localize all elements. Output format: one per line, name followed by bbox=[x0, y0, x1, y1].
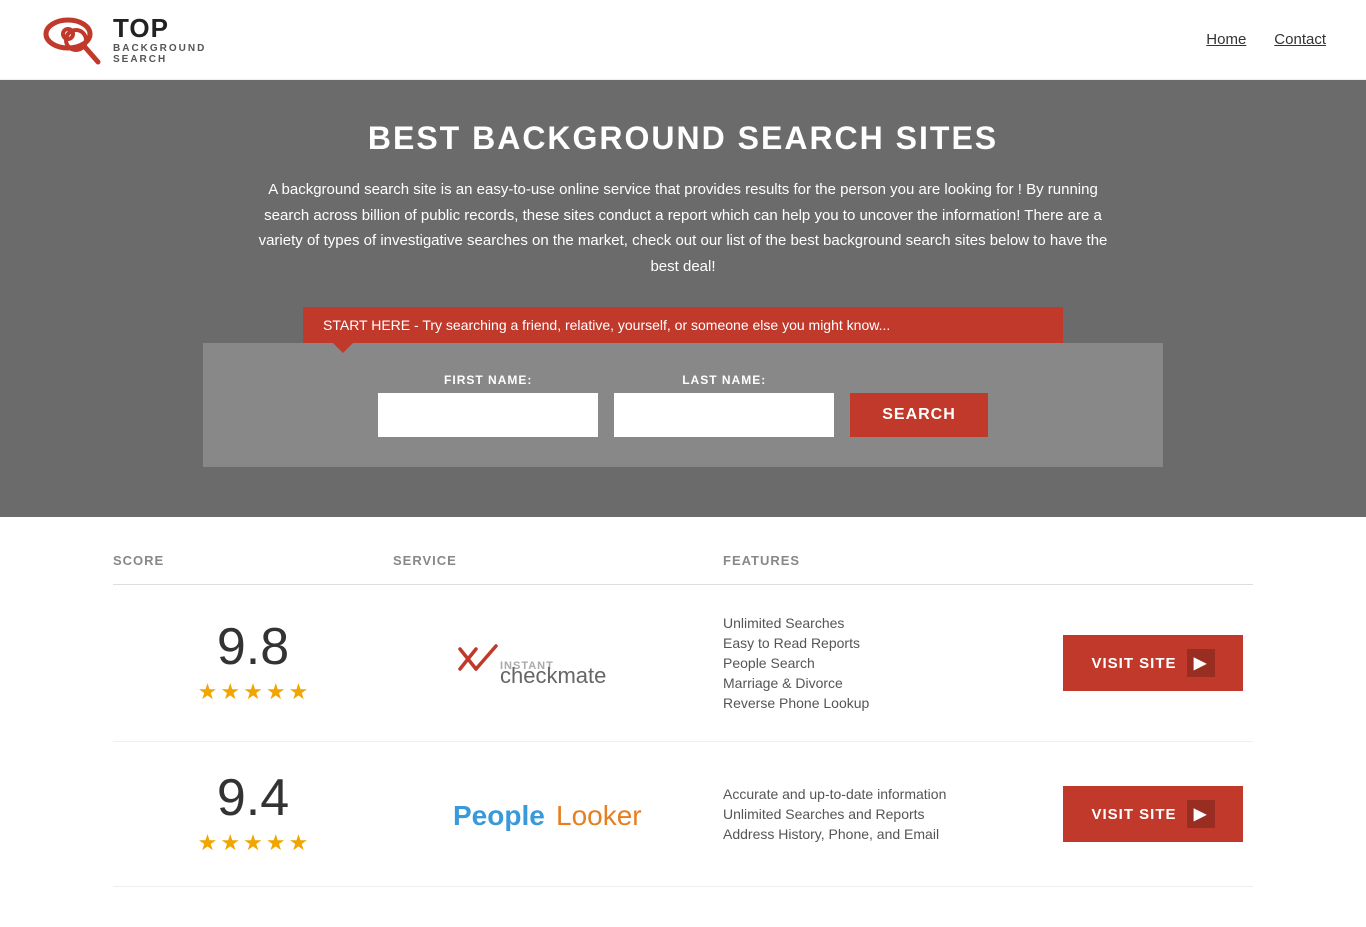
logo-subtitle: BACKGROUNDSEARCH bbox=[113, 43, 206, 65]
hero-section: BEST BACKGROUND SEARCH SITES A backgroun… bbox=[0, 80, 1366, 517]
score-cell-2: 9.4 ★ ★ ★ ★ ★ bbox=[113, 772, 393, 856]
last-name-input[interactable] bbox=[614, 393, 834, 437]
feature-item: Marriage & Divorce bbox=[723, 675, 1053, 691]
stars-2: ★ ★ ★ ★ ★ bbox=[198, 830, 309, 856]
site-header: TOP BACKGROUNDSEARCH Home Contact bbox=[0, 0, 1366, 80]
svg-text:Looker: Looker bbox=[556, 800, 642, 831]
svg-text:checkmate: checkmate bbox=[500, 663, 606, 688]
col-score: SCORE bbox=[113, 553, 393, 568]
visit-cell-2: VISIT SITE ▶ bbox=[1053, 786, 1253, 842]
logo-text: TOP BACKGROUNDSEARCH bbox=[113, 14, 206, 65]
search-button[interactable]: SEARCH bbox=[850, 393, 988, 437]
table-row: 9.8 ★ ★ ★ ★ ★ INSTANT che bbox=[113, 585, 1253, 742]
service-cell-2: People Looker bbox=[393, 784, 723, 844]
logo-icon bbox=[40, 12, 105, 67]
score-value-2: 9.4 bbox=[217, 772, 289, 824]
feature-item: Unlimited Searches bbox=[723, 615, 1053, 631]
svg-text:People: People bbox=[453, 800, 545, 831]
arrow-icon-2: ▶ bbox=[1187, 800, 1215, 828]
stars-1: ★ ★ ★ ★ ★ bbox=[198, 679, 309, 705]
col-service: SERVICE bbox=[393, 553, 723, 568]
callout-bar: START HERE - Try searching a friend, rel… bbox=[303, 307, 1063, 343]
arrow-icon-1: ▶ bbox=[1187, 649, 1215, 677]
service-cell-1: INSTANT checkmate bbox=[393, 633, 723, 693]
logo-brand: TOP bbox=[113, 14, 206, 43]
first-name-group: FIRST NAME: bbox=[378, 373, 598, 437]
col-action bbox=[1053, 553, 1253, 568]
feature-item: Unlimited Searches and Reports bbox=[723, 806, 1053, 822]
results-table-section: SCORE SERVICE FEATURES 9.8 ★ ★ ★ ★ ★ bbox=[93, 537, 1273, 927]
search-form: FIRST NAME: LAST NAME: SEARCH bbox=[223, 373, 1143, 437]
visit-site-button-2[interactable]: VISIT SITE ▶ bbox=[1063, 786, 1242, 842]
checkmate-logo: INSTANT checkmate bbox=[448, 633, 668, 693]
peoplelooker-logo: People Looker bbox=[448, 784, 668, 844]
feature-item: Address History, Phone, and Email bbox=[723, 826, 1053, 842]
nav-home[interactable]: Home bbox=[1206, 31, 1246, 48]
score-value-1: 9.8 bbox=[217, 621, 289, 673]
features-cell-2: Accurate and up-to-date information Unli… bbox=[723, 786, 1053, 842]
table-header: SCORE SERVICE FEATURES bbox=[113, 537, 1253, 585]
search-form-area: FIRST NAME: LAST NAME: SEARCH bbox=[203, 343, 1163, 467]
hero-description: A background search site is an easy-to-u… bbox=[253, 177, 1113, 279]
first-name-input[interactable] bbox=[378, 393, 598, 437]
table-row: 9.4 ★ ★ ★ ★ ★ People Looker Accurate and… bbox=[113, 742, 1253, 887]
visit-cell-1: VISIT SITE ▶ bbox=[1053, 635, 1253, 691]
col-features: FEATURES bbox=[723, 553, 1053, 568]
last-name-group: LAST NAME: bbox=[614, 373, 834, 437]
first-name-label: FIRST NAME: bbox=[378, 373, 598, 387]
feature-item: People Search bbox=[723, 655, 1053, 671]
main-nav: Home Contact bbox=[1206, 31, 1326, 48]
feature-item: Reverse Phone Lookup bbox=[723, 695, 1053, 711]
feature-item: Accurate and up-to-date information bbox=[723, 786, 1053, 802]
score-cell-1: 9.8 ★ ★ ★ ★ ★ bbox=[113, 621, 393, 705]
hero-title: BEST BACKGROUND SEARCH SITES bbox=[20, 120, 1346, 157]
features-cell-1: Unlimited Searches Easy to Read Reports … bbox=[723, 615, 1053, 711]
last-name-label: LAST NAME: bbox=[614, 373, 834, 387]
logo: TOP BACKGROUNDSEARCH bbox=[40, 12, 206, 67]
visit-site-button-1[interactable]: VISIT SITE ▶ bbox=[1063, 635, 1242, 691]
feature-item: Easy to Read Reports bbox=[723, 635, 1053, 651]
nav-contact[interactable]: Contact bbox=[1274, 31, 1326, 48]
